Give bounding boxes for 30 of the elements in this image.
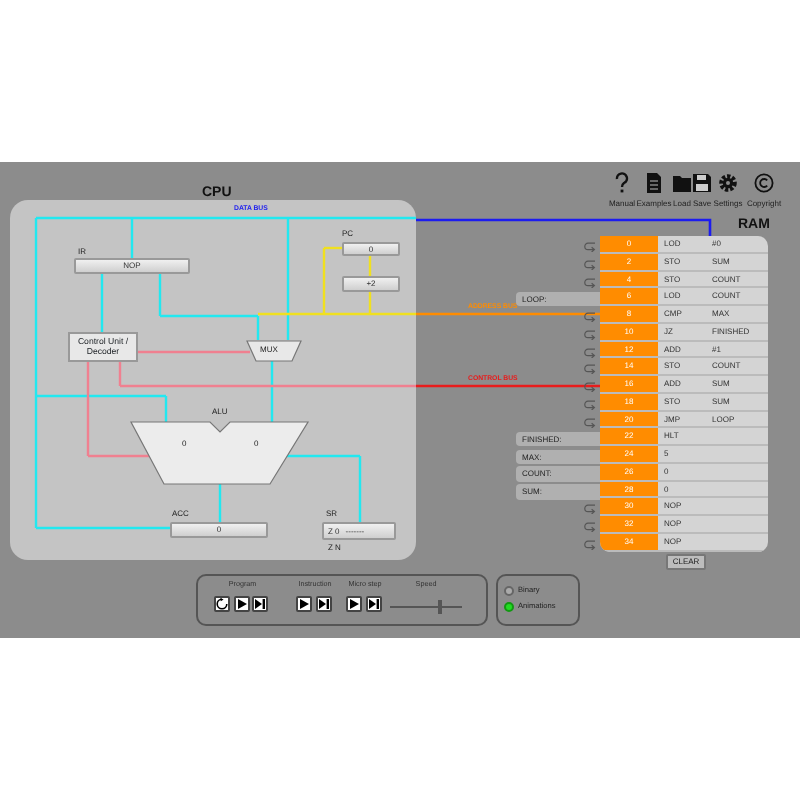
jump-arrow-icon[interactable] [584, 242, 596, 252]
jump-arrow-icon[interactable] [584, 277, 596, 287]
document-icon[interactable] [647, 173, 661, 193]
jump-arrow-icon[interactable] [584, 399, 596, 410]
jump-arrow-icon[interactable] [584, 259, 596, 270]
settings-icon[interactable] [719, 174, 737, 192]
play-button[interactable] [296, 596, 312, 612]
slider-thumb[interactable] [437, 600, 442, 614]
play-button[interactable] [346, 596, 362, 612]
wire [100, 274, 104, 334]
jump-arrow-icon[interactable] [584, 364, 596, 375]
wire [368, 256, 372, 276]
wire [136, 350, 250, 354]
jump-arrow-icon[interactable] [584, 539, 596, 550]
jump-arrow-icon[interactable] [584, 347, 596, 357]
jump-arrow-icon[interactable] [584, 312, 596, 322]
reset-button[interactable] [214, 596, 230, 612]
copyright-icon[interactable] [754, 173, 774, 193]
jump-arrow-icon[interactable] [584, 382, 596, 392]
save-icon[interactable] [693, 174, 711, 192]
help-icon[interactable] [615, 172, 628, 193]
jump-arrow-icon[interactable] [584, 504, 596, 515]
step-button[interactable] [252, 596, 268, 612]
radio-button[interactable] [504, 586, 514, 596]
radio-button[interactable] [504, 602, 514, 612]
jump-arrow-icon[interactable] [584, 329, 596, 340]
folder-icon[interactable] [673, 176, 691, 192]
jump-arrow-icon[interactable] [584, 522, 596, 532]
jump-arrow-icon[interactable] [584, 417, 596, 427]
wire [218, 484, 222, 522]
